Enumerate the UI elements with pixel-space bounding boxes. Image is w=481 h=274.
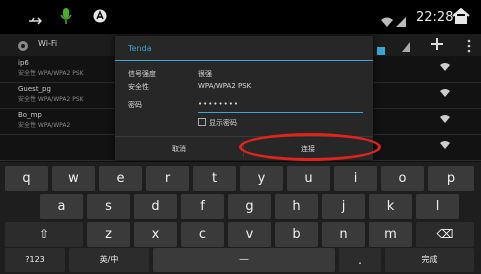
done-key[interactable]: 完成	[385, 248, 474, 272]
security-value: WPA/WPA2 PSK	[198, 82, 252, 90]
shift-key[interactable]: ⇧	[5, 222, 83, 247]
wifi-signal-icon	[440, 89, 450, 100]
key-p[interactable]: p	[428, 166, 474, 191]
wifi-signal-icon	[440, 115, 450, 126]
show-password-label: 显示密码	[209, 119, 237, 127]
app-title: Wi-Fi	[38, 39, 58, 48]
network-name: ip6	[18, 59, 29, 67]
highlight-annotation	[239, 133, 381, 161]
overflow-menu-icon[interactable]	[467, 38, 471, 57]
soft-keyboard: q w e r t y u i o p a s d f g h j k l ⇧ …	[0, 162, 481, 274]
signal-strength-value: 很强	[198, 70, 212, 78]
network-security: 安全性 WPA/WPA2	[18, 122, 71, 129]
key-d[interactable]: d	[134, 194, 177, 219]
wifi-signal-icon	[440, 141, 450, 152]
key-g[interactable]: g	[228, 194, 271, 219]
show-password-checkbox[interactable]: 显示密码	[198, 118, 237, 128]
password-input[interactable]: ••••••••	[198, 98, 363, 113]
wifi-icon	[381, 12, 393, 31]
wifi-signal-icon	[440, 63, 450, 74]
key-w[interactable]: w	[52, 166, 95, 191]
signal-strength-label: 信号强度	[128, 70, 156, 78]
cancel-button[interactable]: 取消	[115, 137, 243, 161]
key-i[interactable]: i	[334, 166, 377, 191]
android-icon	[93, 8, 107, 27]
key-y[interactable]: y	[240, 166, 283, 191]
key-t[interactable]: t	[193, 166, 236, 191]
settings-gear-icon[interactable]	[16, 38, 30, 57]
key-v[interactable]: v	[228, 222, 271, 247]
wifi-direct-icon[interactable]	[401, 38, 411, 57]
usb-icon	[28, 11, 43, 30]
add-network-icon[interactable]	[430, 36, 444, 55]
key-z[interactable]: z	[87, 222, 130, 247]
key-u[interactable]: u	[287, 166, 330, 191]
key-o[interactable]: o	[381, 166, 424, 191]
key-a[interactable]: a	[40, 194, 83, 219]
key-q[interactable]: q	[5, 166, 48, 191]
key-h[interactable]: h	[275, 194, 318, 219]
status-time: 22:28	[416, 10, 454, 25]
home-icon[interactable]	[452, 7, 470, 28]
key-x[interactable]: x	[134, 222, 177, 247]
dialog-title-divider	[115, 60, 373, 61]
key-l[interactable]: l	[416, 194, 459, 219]
space-key[interactable]: —	[153, 248, 335, 272]
network-name: Bo_mp	[18, 111, 42, 119]
signal-icon	[396, 12, 406, 31]
key-e[interactable]: e	[99, 166, 142, 191]
key-c[interactable]: c	[181, 222, 224, 247]
key-f[interactable]: f	[181, 194, 224, 219]
checkbox-icon	[198, 118, 206, 126]
key-s[interactable]: s	[87, 194, 130, 219]
symbols-key[interactable]: ?123	[5, 248, 65, 272]
password-value: ••••••••	[198, 100, 240, 108]
key-n[interactable]: n	[322, 222, 365, 247]
status-bar: 22:28	[0, 0, 481, 34]
dialog-title: Tenda	[128, 44, 152, 53]
network-security: 安全性 WPA/WPA2 PSK	[18, 70, 84, 77]
mic-icon	[60, 7, 72, 29]
password-label: 密码	[128, 101, 142, 109]
backspace-key[interactable]: ⌫	[416, 222, 474, 247]
period-key[interactable]: .	[339, 248, 381, 272]
network-security: 安全性 WPA/WPA2 PSK	[18, 96, 84, 103]
key-r[interactable]: r	[146, 166, 189, 191]
key-j[interactable]: j	[322, 194, 365, 219]
security-label: 安全性	[128, 83, 149, 91]
network-name: Guest_pg	[18, 85, 51, 93]
language-switch-key[interactable]: 英/中	[69, 248, 149, 272]
key-k[interactable]: k	[369, 194, 412, 219]
key-m[interactable]: m	[369, 222, 412, 247]
key-b[interactable]: b	[275, 222, 318, 247]
